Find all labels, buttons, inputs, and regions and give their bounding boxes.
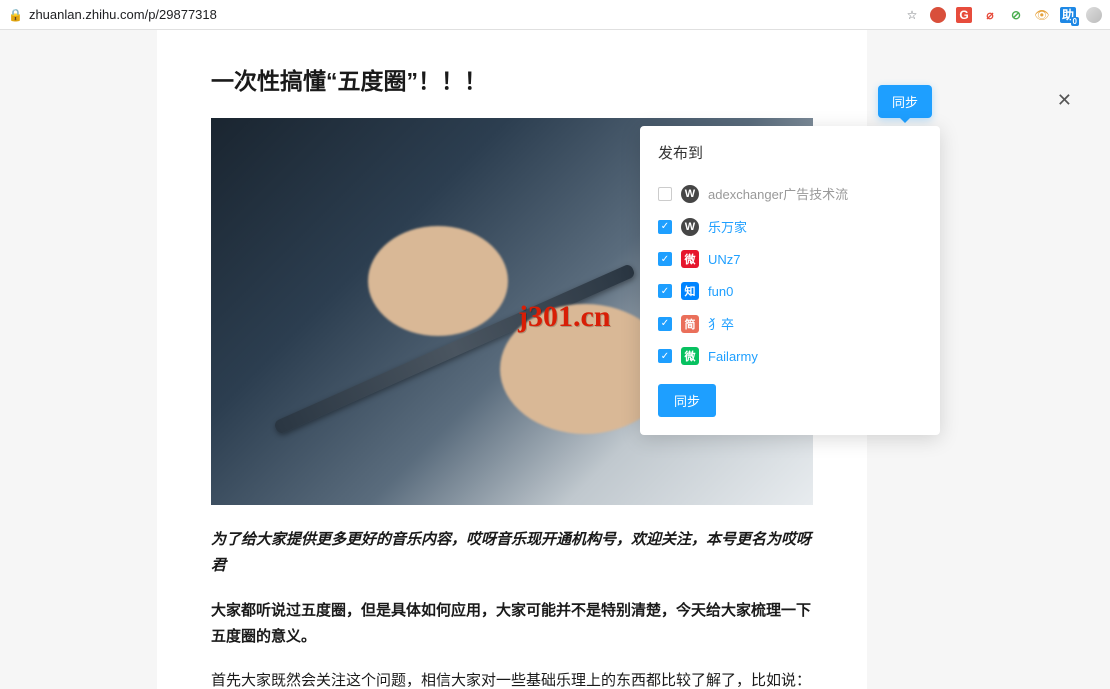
popup-title: 发布到 [658, 142, 922, 163]
article-paragraph: 为了给大家提供更多更好的音乐内容，哎呀音乐现开通机构号，欢迎关注，本号更名为哎呀… [211, 527, 813, 580]
article-title: 一次性搞懂“五度圈”！！！ [211, 62, 813, 96]
checkbox-icon[interactable]: ✓ [658, 252, 672, 266]
destination-row[interactable]: ✓ 知 fun0 [658, 275, 922, 307]
browser-address-bar: 🔒 zhuanlan.zhihu.com/p/29877318 ☆ G ⌀ ⊘ … [0, 0, 1110, 30]
article-paragraph: 首先大家既然会关注这个问题，相信大家对一些基础乐理上的东西都比较了解了，比如说：… [211, 668, 813, 689]
checkbox-icon[interactable]: ✓ [658, 220, 672, 234]
sync-tab-button[interactable]: 同步 [878, 85, 932, 118]
publish-popup: 发布到 W adexchanger广告技术流 ✓ W 乐万家 ✓ 微 UNz7 … [640, 126, 940, 435]
destination-row[interactable]: ✓ 简 犭卒 [658, 307, 922, 340]
checkbox-icon[interactable]: ✓ [658, 349, 672, 363]
zhihu-icon: 知 [681, 282, 699, 300]
browser-extensions: ☆ G ⌀ ⊘ 👁 助 [904, 7, 1102, 23]
destination-label: 乐万家 [708, 217, 747, 236]
destination-label: 犭卒 [708, 314, 734, 333]
checkbox-icon[interactable]: ✓ [658, 284, 672, 298]
url-text[interactable]: zhuanlan.zhihu.com/p/29877318 [29, 7, 217, 22]
destination-label: fun0 [708, 284, 733, 299]
extension-icon[interactable]: 助 [1060, 7, 1076, 23]
checkbox-icon[interactable] [658, 187, 672, 201]
extension-icon[interactable]: 👁 [1034, 7, 1050, 23]
lock-icon: 🔒 [8, 8, 23, 22]
profile-avatar[interactable] [1086, 7, 1102, 23]
destination-row[interactable]: ✓ 微 Failarmy [658, 340, 922, 372]
destination-label: UNz7 [708, 252, 741, 267]
wordpress-icon: W [681, 185, 699, 203]
checkbox-icon[interactable]: ✓ [658, 317, 672, 331]
destination-label: adexchanger广告技术流 [708, 184, 848, 203]
destination-row[interactable]: ✓ 微 UNz7 [658, 243, 922, 275]
destination-row[interactable]: W adexchanger广告技术流 [658, 177, 922, 210]
bookmark-star-icon[interactable]: ☆ [904, 7, 920, 23]
hero-image-shape [368, 226, 508, 336]
extension-icon[interactable]: ⌀ [982, 7, 998, 23]
extension-icon[interactable] [930, 7, 946, 23]
extension-icon[interactable]: ⊘ [1008, 7, 1024, 23]
destination-row[interactable]: ✓ W 乐万家 [658, 210, 922, 243]
weibo-icon: 微 [681, 250, 699, 268]
jianshu-icon: 简 [681, 315, 699, 333]
close-icon[interactable]: ✕ [1057, 90, 1072, 111]
article-paragraph: 大家都听说过五度圈，但是具体如何应用，大家可能并不是特别清楚，今天给大家梳理一下… [211, 598, 813, 651]
sync-button[interactable]: 同步 [658, 384, 716, 417]
watermark-text: j301.cn [518, 300, 611, 334]
wechat-icon: 微 [681, 347, 699, 365]
wordpress-icon: W [681, 218, 699, 236]
page-viewport: 一次性搞懂“五度圈”！！！ j301.cn 为了给大家提供更多更好的音乐内容，哎… [0, 30, 1110, 689]
extension-icon[interactable]: G [956, 7, 972, 23]
destination-label: Failarmy [708, 349, 758, 364]
